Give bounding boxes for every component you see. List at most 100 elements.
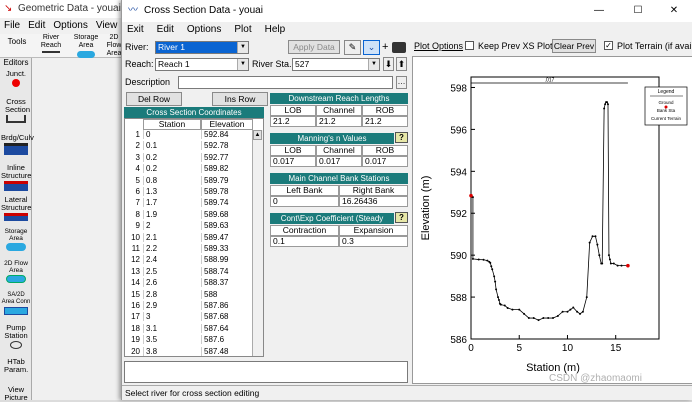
station-cell[interactable]: 2.8 — [143, 289, 201, 299]
plot-terrain-checkbox[interactable]: ✓ — [604, 41, 613, 50]
table-scrollbar[interactable]: ▲ ▼ — [252, 130, 263, 356]
elevation-cell[interactable]: 589.82 — [201, 164, 253, 174]
elevation-cell[interactable]: 587.86 — [201, 301, 253, 310]
elevation-cell[interactable]: 587.6 — [201, 335, 253, 345]
bg-menu-view[interactable]: View — [96, 20, 118, 31]
editor-storage-area[interactable]: Storage Area — [1, 228, 31, 251]
station-cell[interactable]: 2.5 — [143, 266, 201, 276]
station-cell[interactable]: 2.4 — [143, 255, 201, 265]
river-select[interactable]: River 1 ▼ — [155, 41, 249, 54]
note-input[interactable] — [124, 361, 408, 383]
menu-plot[interactable]: Plot — [234, 24, 251, 35]
bg-menubar: File Edit Options View — [0, 20, 125, 34]
station-cell[interactable]: 2.1 — [143, 232, 201, 242]
elevation-cell[interactable]: 589.68 — [201, 209, 253, 219]
mn-rob-value[interactable]: 0.017 — [362, 156, 408, 167]
river-reach-tool[interactable]: River Reach — [36, 34, 66, 53]
station-cell[interactable]: 2.2 — [143, 244, 201, 253]
maximize-button[interactable]: ☐ — [628, 0, 648, 22]
river-sta-select[interactable]: 527 ▼ — [292, 58, 380, 71]
station-cell[interactable]: 0.8 — [143, 175, 201, 185]
elevation-cell[interactable]: 587.68 — [201, 312, 253, 322]
mannings-help-button[interactable]: ? — [395, 132, 408, 143]
elevation-cell[interactable]: 588.37 — [201, 278, 253, 288]
elevation-cell[interactable]: 589.78 — [201, 187, 253, 196]
ds-rob-value[interactable]: 21.2 — [362, 116, 408, 127]
more-icon[interactable]: … — [396, 76, 407, 89]
mn-lob-value[interactable]: 0.017 — [270, 156, 316, 167]
elevation-cell[interactable]: 589.74 — [201, 198, 253, 208]
station-cell[interactable]: 0.2 — [143, 164, 201, 174]
menu-edit[interactable]: Edit — [157, 24, 174, 35]
elevation-cell[interactable]: 588.74 — [201, 266, 253, 276]
station-cell[interactable]: 3 — [143, 312, 201, 322]
edit-icon[interactable]: ✎ — [344, 40, 361, 55]
reach-select[interactable]: Reach 1 ▼ — [155, 58, 249, 71]
ins-row-button[interactable]: Ins Row — [212, 92, 268, 106]
right-bank-value[interactable]: 16.26436 — [339, 196, 408, 207]
close-button[interactable]: ✕ — [664, 0, 684, 22]
station-cell[interactable]: 0.2 — [143, 152, 201, 162]
station-cell[interactable]: 3.8 — [143, 346, 201, 356]
del-row-button[interactable]: Del Row — [126, 92, 182, 106]
editor-junction[interactable]: Junct. — [1, 70, 31, 87]
contraction-help-button[interactable]: ? — [395, 212, 408, 223]
clear-prev-button[interactable]: Clear Prev — [552, 39, 596, 53]
ds-channel-value[interactable]: 21.2 — [316, 116, 362, 127]
editor-lateral-structure[interactable]: Lateral Structure — [1, 196, 31, 221]
plot-options-link[interactable]: Plot Options — [414, 40, 463, 52]
station-cell[interactable]: 0.1 — [143, 141, 201, 151]
editor-inline-structure[interactable]: Inline Structure — [1, 164, 31, 191]
elevation-cell[interactable]: 592.78 — [201, 141, 253, 151]
ds-lob-value[interactable]: 21.2 — [270, 116, 316, 127]
bg-menu-options[interactable]: Options — [53, 20, 87, 31]
editor-bridge-culvert[interactable]: Brdg/Culv — [1, 134, 34, 155]
station-cell[interactable]: 3.5 — [143, 335, 201, 345]
station-cell[interactable]: 0 — [143, 130, 201, 139]
mn-channel-value[interactable]: 0.017 — [316, 156, 362, 167]
station-cell[interactable]: 1.3 — [143, 187, 201, 196]
keep-prev-checkbox[interactable] — [465, 41, 474, 50]
storage-area-tool[interactable]: Storage Area — [72, 34, 100, 58]
contraction-value[interactable]: 0.1 — [270, 236, 339, 247]
editor-htab-param[interactable]: HTab Param. — [1, 358, 31, 374]
elevation-cell[interactable]: 587.64 — [201, 323, 253, 333]
station-cell[interactable]: 1.9 — [143, 209, 201, 219]
elevation-cell[interactable]: 592.84 — [201, 130, 253, 139]
station-cell[interactable]: 2.6 — [143, 278, 201, 288]
camera-icon[interactable] — [392, 42, 406, 53]
expansion-value[interactable]: 0.3 — [339, 236, 408, 247]
menu-exit[interactable]: Exit — [127, 24, 144, 35]
plot-xs-icon[interactable]: ⌄ — [363, 40, 380, 55]
elevation-cell[interactable]: 589.79 — [201, 175, 253, 185]
bg-menu-file[interactable]: File — [4, 20, 20, 31]
arrow-down-icon[interactable]: ⬇ — [383, 57, 394, 71]
editor-2d-flow-area[interactable]: 2D Flow Area — [1, 260, 31, 283]
bg-menu-edit[interactable]: Edit — [28, 20, 45, 31]
station-cell[interactable]: 3.1 — [143, 323, 201, 333]
elevation-cell[interactable]: 592.77 — [201, 152, 253, 162]
minimize-button[interactable]: — — [589, 0, 609, 22]
menu-options[interactable]: Options — [187, 24, 221, 35]
scroll-up-icon[interactable]: ▲ — [253, 130, 262, 140]
elevation-cell[interactable]: 589.63 — [201, 221, 253, 231]
y-tick-label: 586 — [450, 335, 467, 346]
add-icon[interactable]: + — [382, 40, 391, 55]
arrow-up-icon[interactable]: ⬆ — [396, 57, 407, 71]
elevation-cell[interactable]: 589.47 — [201, 232, 253, 242]
elevation-cell[interactable]: 589.33 — [201, 244, 253, 253]
editor-pump-station[interactable]: Pump Station — [1, 324, 31, 349]
description-input[interactable] — [178, 76, 393, 89]
editor-cross-section[interactable]: Cross Section — [1, 98, 31, 123]
station-cell[interactable]: 1.7 — [143, 198, 201, 208]
left-bank-value[interactable]: 0 — [270, 196, 339, 207]
menu-help[interactable]: Help — [265, 24, 286, 35]
apply-data-button[interactable]: Apply Data — [288, 40, 340, 54]
row-number: 2 — [135, 141, 140, 151]
elevation-cell[interactable]: 588.99 — [201, 255, 253, 265]
station-cell[interactable]: 2.9 — [143, 301, 201, 310]
station-cell[interactable]: 2 — [143, 221, 201, 231]
elevation-cell[interactable]: 587.48 — [201, 346, 253, 356]
editor-sa-2d-connection[interactable]: SA/2D Area Conn — [1, 292, 31, 315]
elevation-cell[interactable]: 588 — [201, 289, 253, 299]
